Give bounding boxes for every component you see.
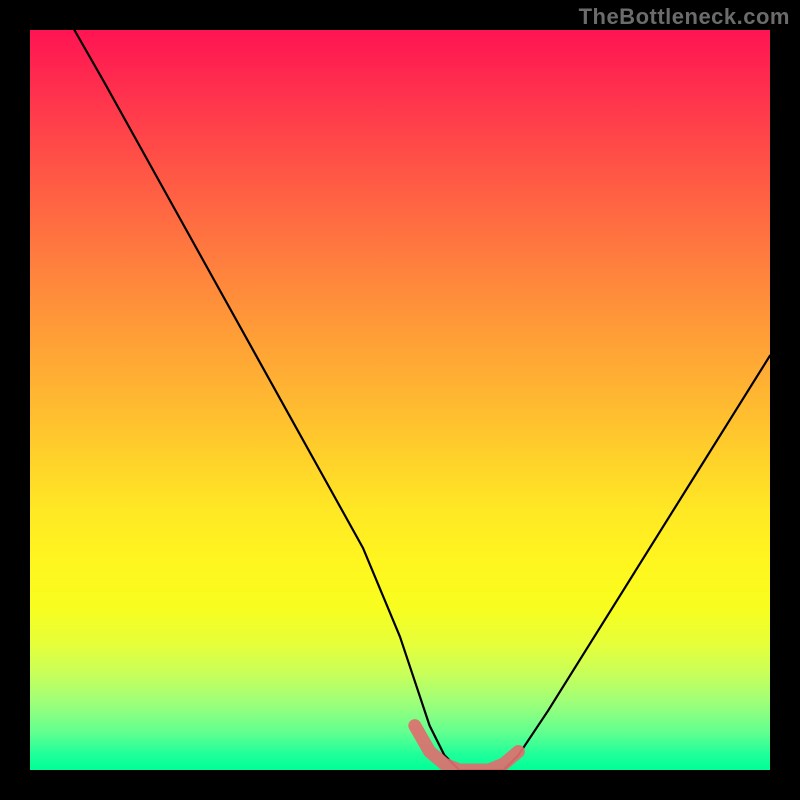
chart-svg (30, 30, 770, 770)
plot-area (30, 30, 770, 770)
bottleneck-curve (74, 30, 770, 770)
watermark-text: TheBottleneck.com (579, 4, 790, 30)
chart-container: TheBottleneck.com (0, 0, 800, 800)
optimal-band (415, 726, 519, 770)
